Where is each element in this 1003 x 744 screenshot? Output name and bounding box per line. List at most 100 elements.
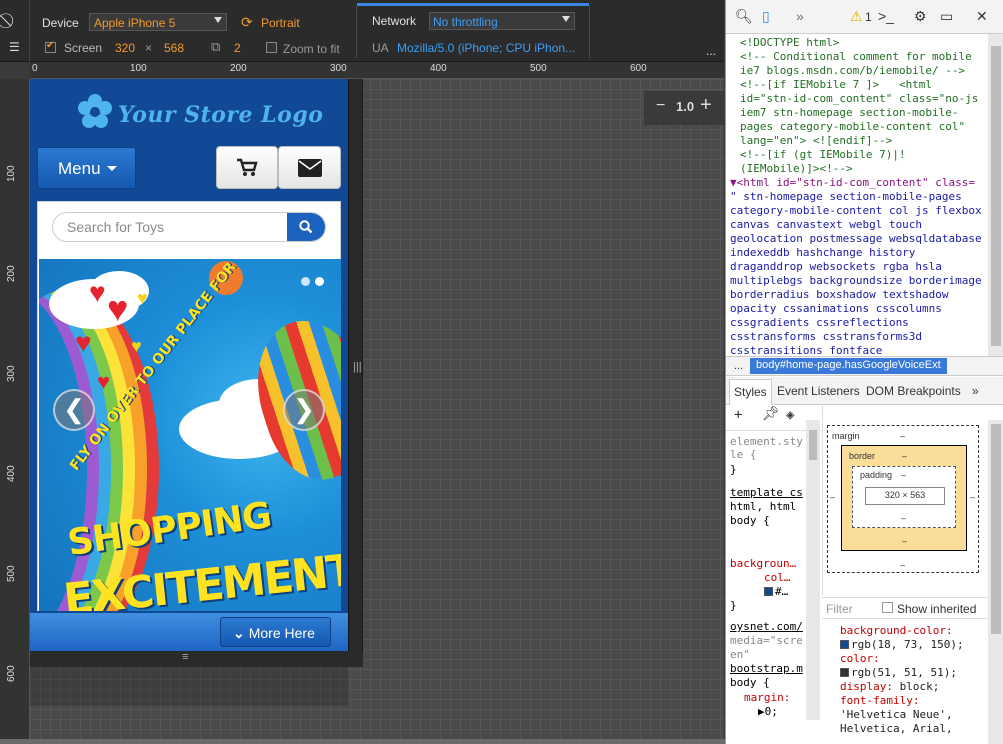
computed-scrollbar-thumb[interactable] bbox=[991, 424, 1001, 634]
tab-dom-breakpoints[interactable]: DOM Breakpoints bbox=[866, 384, 961, 398]
resize-handle-right[interactable]: ||| bbox=[348, 79, 362, 667]
chevron-down-icon bbox=[214, 17, 222, 23]
zoom-value: 1.0 bbox=[676, 99, 695, 114]
computed-styles-list: background-color: rgb(18, 73, 150); colo… bbox=[822, 620, 988, 744]
ruler-tick: 200 bbox=[6, 265, 17, 282]
elements-source-tree[interactable]: <!DOCTYPE html> <!-- Conditional comment… bbox=[726, 34, 988, 356]
search-input[interactable] bbox=[53, 213, 289, 241]
emulation-canvas: − 1.0 + ||| ≡ Your Store Logo Menu Searc… bbox=[30, 79, 724, 739]
add-rule-icon[interactable]: + bbox=[734, 408, 742, 422]
screen-label: Screen bbox=[64, 41, 103, 55]
pixel-ratio-input[interactable]: 2 bbox=[234, 41, 241, 55]
carousel-prev-button[interactable]: ❮ bbox=[53, 389, 95, 431]
breadcrumb-more[interactable]: ... bbox=[734, 360, 743, 372]
carousel-next-button[interactable]: ❯ bbox=[283, 389, 325, 431]
rotate-icon[interactable]: ⟳ bbox=[241, 14, 253, 31]
tab-event-listeners[interactable]: Event Listeners bbox=[777, 384, 860, 398]
orientation-label[interactable]: Portrait bbox=[261, 16, 300, 30]
promo-banner[interactable]: ♥ ♥ ♥ ♥ ♥ ♥ FLY ON OVER TO OUR PLACE FOR… bbox=[39, 259, 341, 611]
computed-prop-row[interactable]: color: bbox=[840, 652, 988, 666]
color-swatch[interactable] bbox=[764, 587, 773, 596]
toolbar-divider bbox=[589, 6, 590, 58]
close-icon[interactable]: ✕ bbox=[976, 8, 988, 25]
resize-handle-bottom[interactable]: ≡ bbox=[30, 651, 363, 667]
source-line: <!--[if (gt IEMobile 7)|! bbox=[740, 148, 906, 161]
logo-text: Your Store Logo bbox=[118, 102, 324, 128]
sidebar-tabs: Styles Event Listeners DOM Breakpoints » bbox=[726, 377, 1003, 405]
caret-down-icon bbox=[106, 166, 117, 171]
color-swatch[interactable] bbox=[840, 668, 849, 677]
ruler-tick: 400 bbox=[430, 63, 447, 74]
inspect-search-icon[interactable]: 🔍︎ bbox=[735, 8, 753, 25]
computed-prop-row[interactable]: background-color: bbox=[840, 624, 988, 638]
source-line: csstransforms csstransforms3d bbox=[730, 330, 923, 343]
box-model-diagram: margin – – – – border – – padding – – 32… bbox=[822, 405, 988, 595]
border-bottom-value: – bbox=[902, 536, 908, 546]
devtools-panel: 🔍︎ ▯ » ⚠ 1 >_ ⚙ ▭ ✕ <!DOCTYPE html> <!--… bbox=[725, 0, 1003, 744]
zoom-out-button[interactable]: − bbox=[656, 97, 665, 115]
screen-width-input[interactable]: 320 bbox=[115, 41, 135, 55]
screen-height-input[interactable]: 568 bbox=[164, 41, 184, 55]
border-top-value: – bbox=[902, 451, 908, 461]
screen-checkbox[interactable] bbox=[45, 40, 56, 53]
show-inherited-checkbox[interactable] bbox=[882, 602, 893, 613]
styles-scrollbar-thumb[interactable] bbox=[809, 430, 817, 460]
zoom-in-button[interactable]: + bbox=[700, 94, 712, 117]
filter-input[interactable]: Filter bbox=[826, 602, 853, 616]
color-swatch[interactable] bbox=[840, 640, 849, 649]
padding-label: padding bbox=[860, 470, 893, 480]
style-rule-line: element.sty bbox=[730, 435, 803, 448]
source-scrollbar-thumb[interactable] bbox=[991, 46, 1001, 346]
style-rule-line: body { bbox=[730, 514, 770, 527]
warning-icon[interactable]: ⚠ bbox=[850, 8, 863, 25]
list-settings-icon[interactable]: ☰ bbox=[9, 40, 20, 54]
source-line: lang="en"> <![endif]--> bbox=[740, 134, 893, 147]
source-line: csstransitions fontface bbox=[730, 344, 883, 356]
carousel-dot-active[interactable] bbox=[315, 277, 324, 286]
style-source-link[interactable]: bootstrap.m bbox=[730, 662, 803, 675]
breadcrumb-selected[interactable]: body#home-page.hasGoogleVoiceExt bbox=[750, 358, 947, 374]
style-source-link[interactable]: oysnet.com/ bbox=[730, 620, 803, 633]
source-line: <!-- Conditional comment for mobile bbox=[740, 50, 972, 63]
computed-scrollbar[interactable] bbox=[988, 420, 1003, 744]
style-prop-name[interactable]: margin: bbox=[744, 691, 790, 704]
style-source-link[interactable]: template cs bbox=[730, 486, 803, 499]
style-prop-name[interactable]: backgroun… bbox=[730, 557, 796, 570]
source-scrollbar[interactable] bbox=[988, 34, 1003, 356]
computed-prop-row[interactable]: font-family: bbox=[840, 694, 988, 708]
computed-prop-name: display: bbox=[840, 680, 893, 693]
style-rule-line: body { bbox=[730, 676, 770, 689]
more-dots[interactable]: ... bbox=[706, 44, 716, 58]
more-here-button[interactable]: ⌄ More Here bbox=[220, 617, 331, 647]
zoom-to-fit-checkbox[interactable] bbox=[266, 42, 277, 53]
style-prop-value[interactable]: ▶0; bbox=[758, 705, 778, 718]
network-select[interactable]: No throttling bbox=[429, 12, 575, 30]
source-line: " stn-homepage section-mobile-pages bbox=[730, 190, 962, 203]
more-tabs-icon[interactable]: » bbox=[796, 8, 804, 24]
toggle-classes-icon[interactable]: ◈ bbox=[786, 408, 794, 422]
style-prop-name[interactable]: col… bbox=[764, 571, 791, 584]
style-prop-value-text: #… bbox=[775, 585, 789, 598]
cart-button[interactable] bbox=[216, 146, 278, 189]
computed-prop-row[interactable]: display: block; bbox=[840, 680, 988, 694]
device-select[interactable]: Apple iPhone 5 bbox=[89, 13, 227, 31]
source-line: ie7 blogs.msdn.com/b/iemobile/ --> bbox=[740, 64, 966, 77]
console-drawer-icon[interactable]: >_ bbox=[878, 8, 894, 24]
search-button[interactable] bbox=[287, 213, 325, 241]
menu-button[interactable]: Menu bbox=[37, 147, 136, 189]
styles-scrollbar[interactable] bbox=[806, 420, 820, 720]
style-prop-value[interactable]: #… bbox=[764, 585, 788, 598]
tab-more[interactable]: » bbox=[972, 384, 979, 398]
tab-styles[interactable]: Styles bbox=[729, 379, 772, 405]
device-mode-icon[interactable]: ▯ bbox=[762, 8, 770, 25]
warning-count: 1 bbox=[865, 10, 872, 24]
source-line: pages category-mobile-content col" bbox=[740, 120, 966, 133]
pin-state-icon[interactable]: 📌︎ bbox=[762, 407, 780, 421]
source-line[interactable]: ▼<html id="stn-id-com_content" class= bbox=[730, 176, 988, 190]
carousel-dot[interactable] bbox=[301, 277, 310, 286]
dock-side-icon[interactable]: ▭ bbox=[940, 8, 953, 25]
ua-input[interactable]: Mozilla/5.0 (iPhone; CPU iPhon... bbox=[397, 41, 575, 55]
email-button[interactable] bbox=[278, 146, 341, 189]
source-line: id="stn-id-com_content" class="no-js bbox=[740, 92, 979, 105]
gear-icon[interactable]: ⚙ bbox=[914, 8, 927, 25]
